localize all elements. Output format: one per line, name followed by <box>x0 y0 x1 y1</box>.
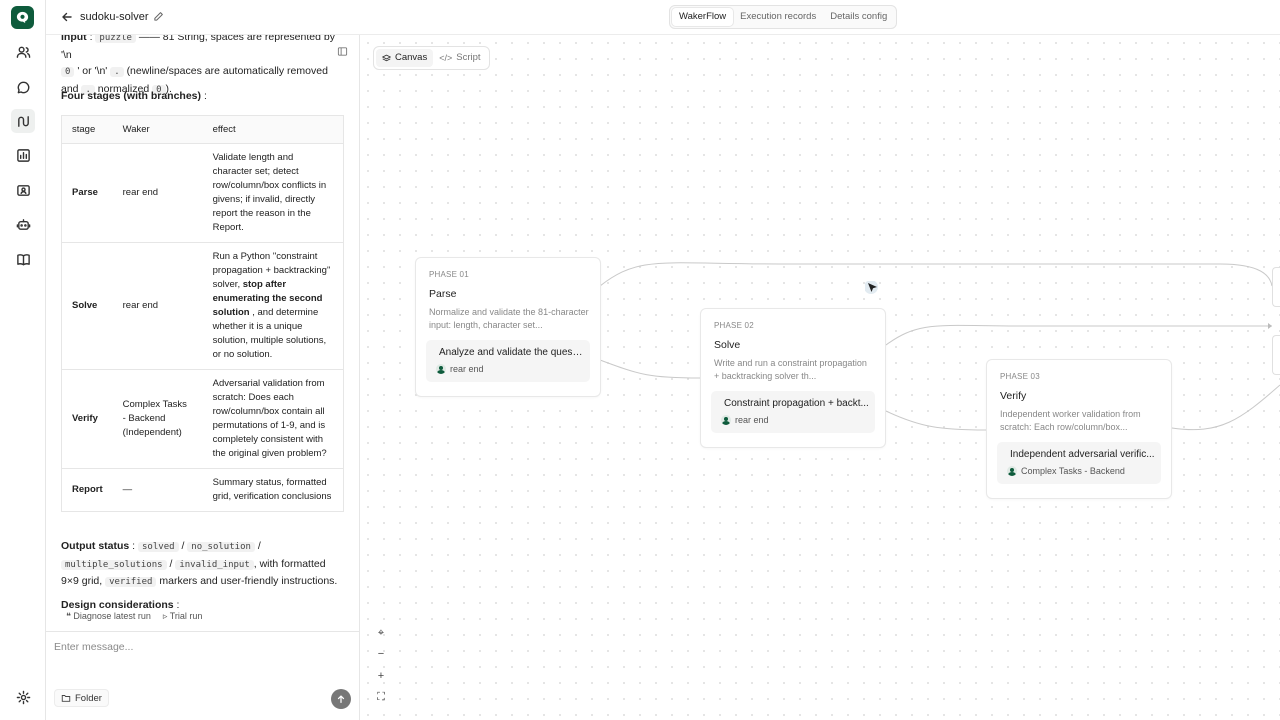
users-icon[interactable] <box>13 42 33 62</box>
edge-verify-to-next <box>1171 384 1280 431</box>
table-row: Report — Summary status, formatted grid,… <box>61 468 344 512</box>
book-icon[interactable] <box>13 249 33 269</box>
view-tabs: WakerFlow Execution records Details conf… <box>669 5 898 29</box>
page-title: sudoku-solver <box>80 11 149 23</box>
task-card[interactable]: Constraint propagation + backt... rear e… <box>711 391 875 433</box>
message-input[interactable]: Enter message... <box>54 641 133 653</box>
edge-parse-to-solve <box>599 359 701 379</box>
output-status: Output status : solved / no_solution / m… <box>61 540 338 587</box>
zoom-out-button[interactable]: − <box>371 644 391 664</box>
gear-icon[interactable] <box>13 687 33 707</box>
trial-run-chip[interactable]: ▹ Trial run <box>163 611 203 622</box>
table-row: Parse rear end Validate length and chara… <box>61 143 344 243</box>
zoom-in-button[interactable]: + <box>371 666 391 686</box>
fit-view-icon[interactable]: ⌖ <box>371 623 391 643</box>
edit-pencil-icon[interactable] <box>153 11 165 23</box>
flow-canvas[interactable]: Canvas </> Script PHASE 01 Parse Normali… <box>360 35 1280 720</box>
stages-heading: Four stages (with branches) : <box>61 90 207 102</box>
node-phase-01[interactable]: PHASE 01 Parse Normalize and validate th… <box>415 257 601 397</box>
chat-panel: Input : puzzle —— 81 String, spaces are … <box>46 35 360 720</box>
diagnose-run-chip[interactable]: ❝ Diagnose latest run <box>66 611 151 622</box>
node-offscreen-mid[interactable] <box>1272 335 1280 375</box>
column-header: effect <box>202 115 344 144</box>
task-card[interactable]: Analyze and validate the questi... rear … <box>426 340 590 382</box>
chat-icon[interactable] <box>13 77 33 97</box>
cursor-icon <box>865 281 878 294</box>
edge-solve-to-verify <box>885 410 987 431</box>
folder-button[interactable]: Folder <box>54 689 109 707</box>
stages-table: stage Waker effect Parse rear end Valida… <box>61 115 344 512</box>
contacts-icon[interactable] <box>13 180 33 200</box>
table-row: Verify Complex Tasks - Backend (Independ… <box>61 369 344 469</box>
tab-execution-records[interactable]: Execution records <box>733 8 823 26</box>
robot-icon[interactable] <box>13 214 33 234</box>
chart-icon[interactable] <box>13 145 33 165</box>
node-phase-02[interactable]: PHASE 02 Solve Write and run a constrain… <box>700 308 886 448</box>
avatar <box>436 364 446 374</box>
edge-parse-to-next <box>599 262 1273 287</box>
edge-solve-to-next <box>885 324 1272 346</box>
top-header: sudoku-solver WakerFlow Execution record… <box>46 0 1280 35</box>
panel-toggle-icon[interactable] <box>337 46 349 58</box>
avatar <box>721 415 731 425</box>
column-header: stage <box>61 115 113 144</box>
back-arrow-icon[interactable] <box>60 10 74 24</box>
task-card[interactable]: Independent adversarial verific... Compl… <box>997 442 1161 484</box>
table-row: Solve rear end Run a Python "constraint … <box>61 242 344 370</box>
node-phase-03[interactable]: PHASE 03 Verify Independent worker valid… <box>986 359 1172 499</box>
fullscreen-icon[interactable]: ⛶ <box>371 687 391 707</box>
message-composer: Enter message... Folder <box>46 631 359 720</box>
workflow-icon[interactable] <box>11 109 35 133</box>
avatar <box>1007 466 1017 476</box>
tab-wakerflow[interactable]: WakerFlow <box>672 8 734 26</box>
node-offscreen-top[interactable] <box>1272 267 1280 307</box>
tab-details-config[interactable]: Details config <box>823 8 894 26</box>
left-rail <box>0 0 46 720</box>
table-header-row: stage Waker effect <box>61 115 344 144</box>
code-puzzle: puzzle <box>95 35 136 43</box>
column-header: Waker <box>112 115 203 144</box>
quick-actions: ❝ Diagnose latest run ▹ Trial run <box>66 611 202 622</box>
send-button[interactable] <box>331 689 351 709</box>
app-logo[interactable] <box>11 6 34 29</box>
